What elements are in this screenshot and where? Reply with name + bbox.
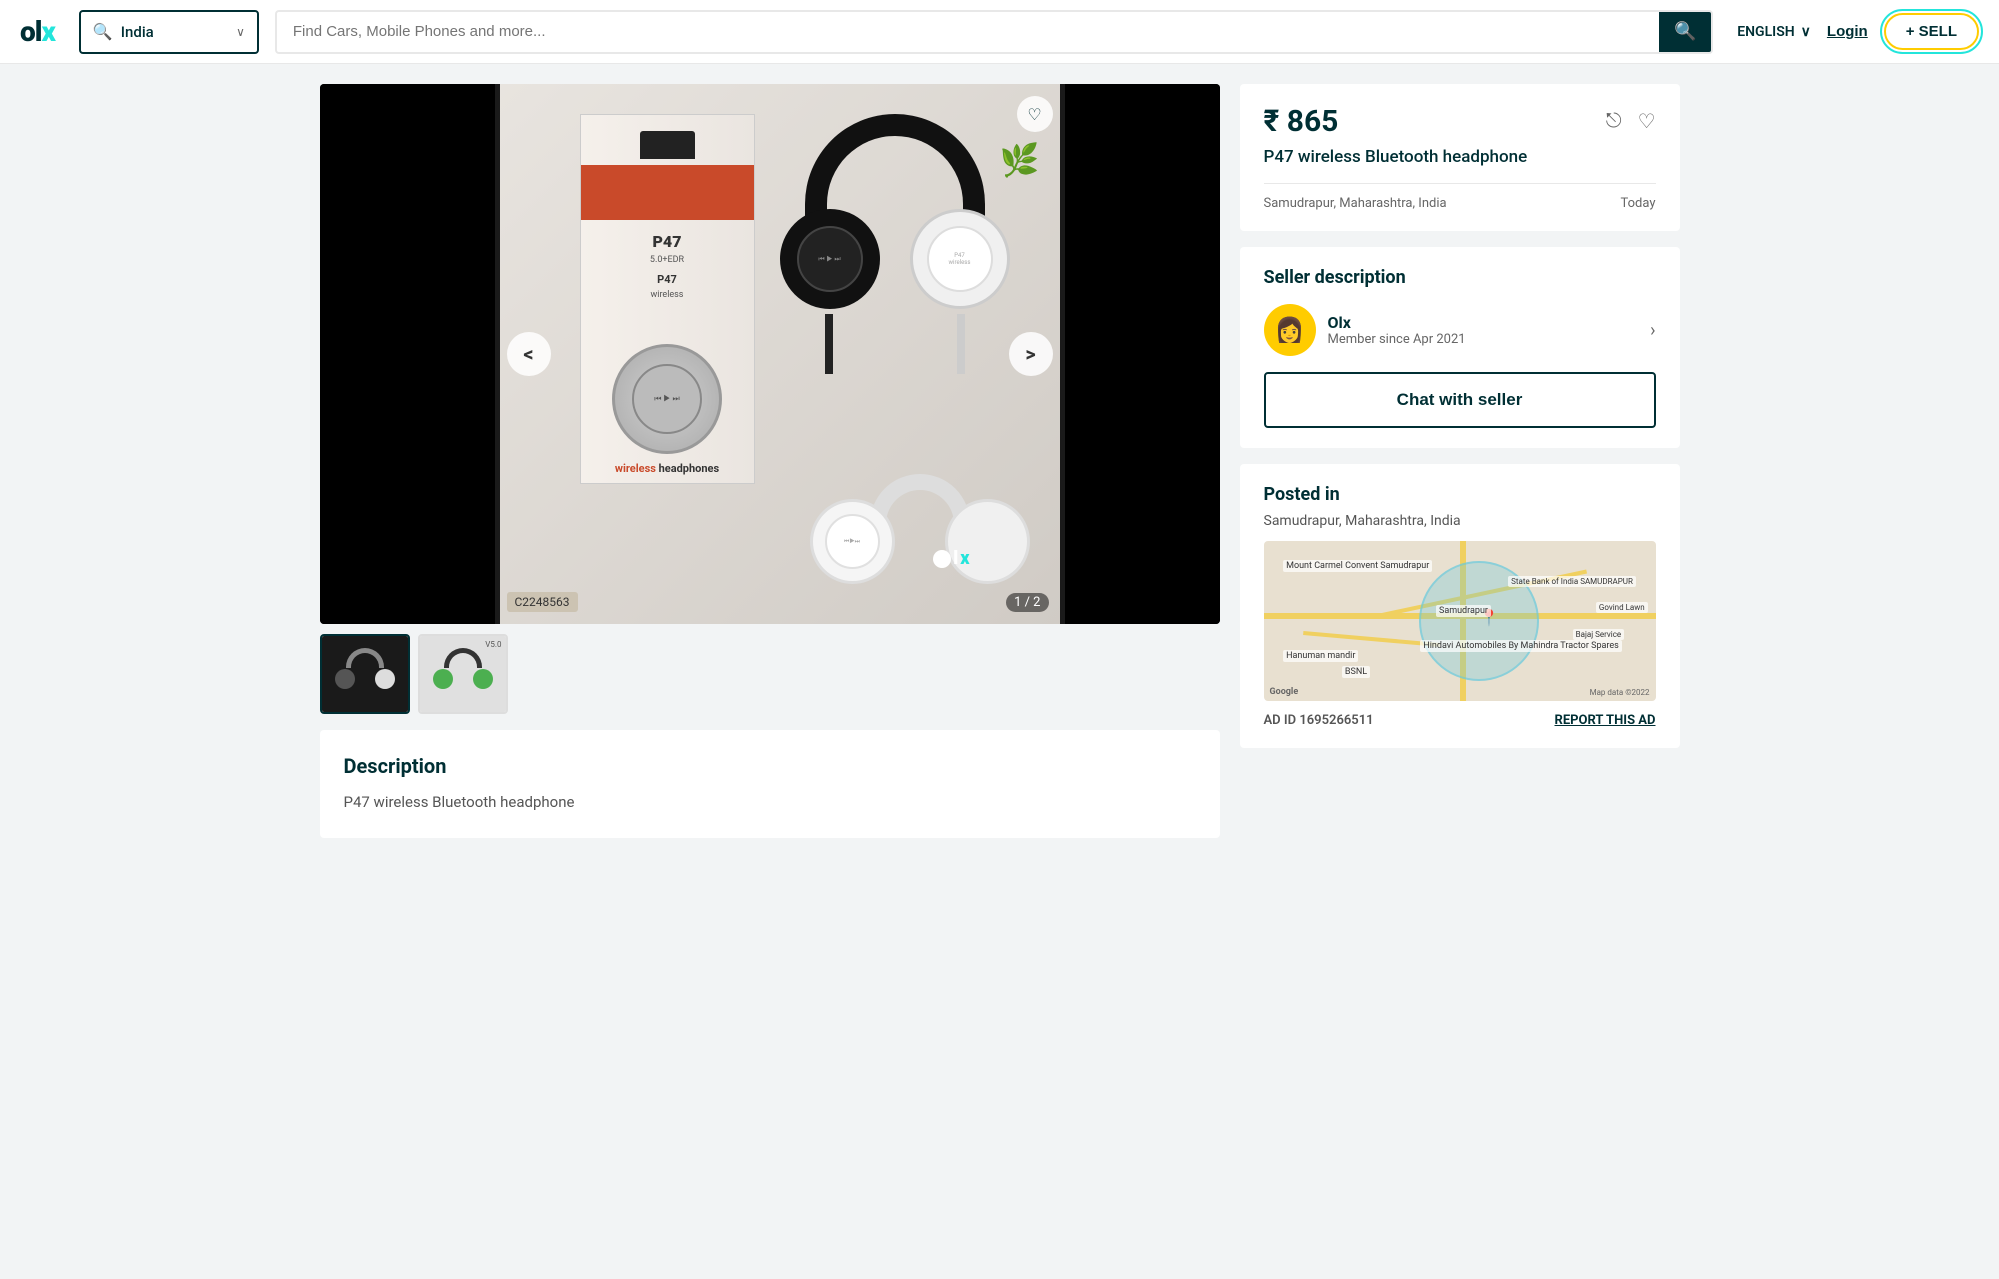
- main-content: P47 5.0+EDR P47 wireless ⏮ ▶ ⏭ wire: [300, 84, 1700, 838]
- search-button[interactable]: 🔍: [1659, 10, 1711, 54]
- map-data-label: Map data ©2022: [1590, 688, 1650, 697]
- main-image-area: P47 5.0+EDR P47 wireless ⏮ ▶ ⏭ wire: [495, 84, 1065, 624]
- search-icon-loc: 🔍: [93, 22, 113, 41]
- slide-counter: 1 / 2: [1006, 593, 1048, 612]
- thumbnail-1[interactable]: [320, 634, 410, 714]
- left-column: P47 5.0+EDR P47 wireless ⏮ ▶ ⏭ wire: [320, 84, 1220, 838]
- ad-footer: AD ID 1695266511 REPORT THIS AD: [1264, 713, 1656, 728]
- google-label: Google: [1270, 687, 1299, 697]
- language-selector[interactable]: ENGLISH ∨: [1737, 24, 1811, 40]
- ad-id-text: AD ID 1695266511: [1264, 713, 1374, 728]
- language-label: ENGLISH: [1737, 24, 1794, 40]
- login-button[interactable]: Login: [1827, 23, 1868, 40]
- posted-in-title: Posted in: [1264, 484, 1656, 505]
- seller-description-title: Seller description: [1264, 267, 1656, 288]
- map-container[interactable]: 📍 Samudrapur State Bank of India SAMUDRA…: [1264, 541, 1656, 701]
- search-icon: 🔍: [1674, 21, 1696, 42]
- ad-id-badge: C2248563: [507, 592, 578, 612]
- chat-with-seller-button[interactable]: Chat with seller: [1264, 372, 1656, 428]
- map-label-bajaj: Bajaj Service: [1573, 629, 1625, 640]
- header-right: ENGLISH ∨ Login + SELL: [1737, 13, 1979, 50]
- avatar: 👩: [1264, 304, 1316, 356]
- map-label-govind: Govind Lawn: [1596, 602, 1648, 613]
- right-column: ₹ 865 ⎋ ♡ P47 wireless Bluetooth headpho…: [1240, 84, 1680, 838]
- seller-card: Seller description 👩 Olx Member since Ap…: [1240, 247, 1680, 448]
- price-card: ₹ 865 ⎋ ♡ P47 wireless Bluetooth headpho…: [1240, 84, 1680, 231]
- product-price: ₹ 865: [1264, 104, 1339, 139]
- logo-x: x: [41, 15, 54, 48]
- description-section: Description P47 wireless Bluetooth headp…: [320, 730, 1220, 838]
- logo-o: ol: [20, 15, 41, 48]
- map-label-bsnl: BSNL: [1342, 666, 1370, 678]
- seller-name: Olx: [1328, 313, 1466, 332]
- search-input[interactable]: [277, 23, 1659, 40]
- seller-chevron-icon[interactable]: ›: [1650, 320, 1655, 341]
- chevron-down-icon: ∨: [236, 25, 245, 39]
- description-title: Description: [344, 754, 1196, 778]
- location-text: India: [121, 23, 154, 41]
- description-text: P47 wireless Bluetooth headphone: [344, 790, 1196, 814]
- image-sidebar-left: [320, 84, 495, 624]
- seller-row: 👩 Olx Member since Apr 2021 ›: [1264, 304, 1656, 356]
- header: olx 🔍 India ∨ 🔍 ENGLISH ∨ Login + SELL: [0, 0, 1999, 64]
- thumbnail-2[interactable]: V5.0: [418, 634, 508, 714]
- map-label-mount-carmel: Mount Carmel Convent Samudrapur: [1283, 560, 1432, 572]
- map-road-diag2: [1303, 631, 1440, 647]
- image-viewer: P47 5.0+EDR P47 wireless ⏮ ▶ ⏭ wire: [320, 84, 1220, 624]
- seller-since: Member since Apr 2021: [1328, 332, 1466, 347]
- heart-icon: ♡: [1027, 105, 1041, 124]
- next-image-button[interactable]: >: [1009, 332, 1053, 376]
- product-location: Samudrapur, Maharashtra, India: [1264, 196, 1447, 211]
- thumbnails: V5.0: [320, 634, 1220, 714]
- watermark: l x: [933, 548, 969, 569]
- date-posted: Today: [1620, 196, 1655, 211]
- seller-details: Olx Member since Apr 2021: [1328, 313, 1466, 347]
- map-label-hanuman: Hanuman mandir: [1283, 650, 1358, 662]
- map-label-samudrapur: Samudrapur: [1436, 605, 1491, 617]
- sell-button[interactable]: + SELL: [1884, 13, 1979, 50]
- seller-info: 👩 Olx Member since Apr 2021: [1264, 304, 1466, 356]
- heart-icon-right: ♡: [1638, 111, 1656, 133]
- chevron-down-icon-lang: ∨: [1801, 24, 1811, 40]
- favorite-button[interactable]: ♡: [1017, 96, 1053, 132]
- posted-in-card: Posted in Samudrapur, Maharashtra, India…: [1240, 464, 1680, 748]
- map-label-state-bank: State Bank of India SAMUDRAPUR: [1508, 576, 1636, 587]
- image-sidebar-right: [1065, 84, 1220, 624]
- avatar-emoji: 👩: [1275, 316, 1305, 344]
- product-title: P47 wireless Bluetooth headphone: [1264, 147, 1656, 167]
- favorite-button-right[interactable]: ♡: [1638, 109, 1656, 134]
- share-icon: ⎋: [1606, 110, 1622, 132]
- prev-image-button[interactable]: <: [507, 332, 551, 376]
- search-bar: 🔍: [275, 10, 1713, 54]
- location-selector[interactable]: 🔍 India ∨: [79, 10, 259, 54]
- report-ad-link[interactable]: REPORT THIS AD: [1555, 713, 1656, 728]
- map-label-hindavi: Hindavi Automobiles By Mahindra Tractor …: [1420, 640, 1621, 652]
- olx-logo[interactable]: olx: [20, 15, 55, 48]
- share-button[interactable]: ⎋: [1606, 109, 1622, 134]
- posted-in-location: Samudrapur, Maharashtra, India: [1264, 513, 1656, 529]
- price-actions: ⎋ ♡: [1606, 109, 1656, 134]
